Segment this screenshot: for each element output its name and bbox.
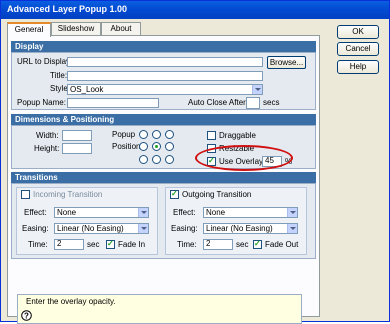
- url-input[interactable]: [67, 57, 263, 67]
- width-label: Width:: [36, 131, 59, 140]
- transitions-header: Transitions: [11, 172, 316, 183]
- position-radio-ml[interactable]: [139, 142, 148, 151]
- chevron-down-icon: [252, 85, 262, 94]
- browse-button[interactable]: Browse...: [267, 56, 306, 69]
- position-radio-mc[interactable]: [152, 142, 161, 151]
- incoming-time-label: Time:: [28, 240, 48, 249]
- transitions-section: Incoming Transition Effect: None Easing:…: [11, 183, 316, 259]
- position-label: Position: [112, 142, 141, 151]
- incoming-effect-label: Effect:: [24, 208, 47, 217]
- window-title: Advanced Layer Popup 1.00: [7, 4, 128, 14]
- position-radio-bc[interactable]: [152, 155, 161, 164]
- position-radio-tl[interactable]: [139, 130, 148, 139]
- incoming-easing-value: Linear (No Easing): [57, 224, 124, 233]
- auto-close-input[interactable]: [246, 97, 260, 109]
- position-radio-tr[interactable]: [165, 130, 174, 139]
- tab-about[interactable]: About: [101, 22, 141, 36]
- position-radio-bl[interactable]: [139, 155, 148, 164]
- outgoing-transition-title: Outgoing Transition: [182, 190, 252, 199]
- incoming-sec-label: sec: [87, 240, 100, 249]
- popup-label: Popup: [112, 130, 136, 139]
- question-icon: ?: [21, 310, 32, 321]
- general-panel: Display URL to Display: Browse... Title:…: [7, 35, 320, 324]
- title-input[interactable]: [67, 71, 263, 81]
- outgoing-effect-value: None: [206, 208, 226, 217]
- draggable-checkbox[interactable]: [207, 131, 216, 140]
- outgoing-easing-label: Easing:: [171, 224, 198, 233]
- help-button[interactable]: Help: [337, 60, 379, 74]
- incoming-time-input[interactable]: 2: [54, 239, 84, 250]
- height-input[interactable]: [62, 143, 92, 154]
- secs-label: secs: [263, 98, 280, 107]
- cancel-button[interactable]: Cancel: [337, 42, 379, 56]
- width-input[interactable]: [62, 130, 92, 141]
- url-label: URL to Display:: [17, 57, 73, 66]
- title-bar: Advanced Layer Popup 1.00: [1, 1, 389, 19]
- height-label: Height:: [34, 144, 60, 153]
- hint-box: Enter the overlay opacity. ?: [17, 294, 302, 324]
- position-radio-br[interactable]: [165, 155, 174, 164]
- outgoing-easing-value: Linear (No Easing): [206, 224, 273, 233]
- incoming-transition-checkbox[interactable]: [21, 190, 30, 199]
- auto-close-label: Auto Close After: [188, 98, 246, 107]
- draggable-label: Draggable: [219, 131, 256, 140]
- fade-out-checkbox[interactable]: [253, 239, 262, 249]
- style-select[interactable]: OS_Look: [67, 84, 263, 95]
- dialog-window: Advanced Layer Popup 1.00 General Slides…: [0, 0, 390, 324]
- outgoing-easing-select[interactable]: Linear (No Easing): [203, 223, 298, 234]
- outgoing-sec-label: sec: [236, 240, 249, 249]
- chevron-down-icon: [287, 208, 297, 217]
- incoming-easing-select[interactable]: Linear (No Easing): [54, 223, 149, 234]
- hint-text: Enter the overlay opacity.: [26, 297, 116, 306]
- fade-out-label: Fade Out: [265, 240, 299, 249]
- popup-name-input[interactable]: [67, 98, 159, 108]
- chevron-down-icon: [287, 224, 297, 233]
- incoming-transition-group: Incoming Transition Effect: None Easing:…: [16, 187, 158, 255]
- fade-in-checkbox[interactable]: [106, 239, 115, 249]
- chevron-down-icon: [138, 224, 148, 233]
- style-value: OS_Look: [70, 85, 104, 94]
- outgoing-transition-checkbox[interactable]: [170, 189, 179, 199]
- incoming-effect-value: None: [57, 208, 77, 217]
- svg-text:?: ?: [24, 311, 29, 320]
- outgoing-time-label: Time:: [177, 240, 197, 249]
- outgoing-effect-select[interactable]: None: [203, 207, 298, 218]
- display-header: Display: [11, 41, 316, 52]
- outgoing-transition-group: Outgoing Transition Effect: None Easing:…: [165, 187, 307, 255]
- position-radio-mr[interactable]: [165, 142, 174, 151]
- outgoing-time-input[interactable]: 2: [203, 239, 233, 250]
- tab-general[interactable]: General: [7, 22, 51, 37]
- title-label: Title:: [50, 71, 68, 80]
- chevron-down-icon: [138, 208, 148, 217]
- incoming-easing-label: Easing:: [22, 224, 49, 233]
- ok-button[interactable]: OK: [337, 25, 379, 39]
- popup-name-label: Popup Name:: [17, 98, 66, 107]
- incoming-transition-title: Incoming Transition: [33, 190, 103, 199]
- display-section: URL to Display: Browse... Title: Style: …: [11, 52, 316, 110]
- outgoing-effect-label: Effect:: [173, 208, 196, 217]
- position-radio-tc[interactable]: [152, 130, 161, 139]
- fade-in-label: Fade In: [118, 240, 146, 249]
- incoming-effect-select[interactable]: None: [54, 207, 149, 218]
- dims-header: Dimensions & Positioning: [11, 114, 316, 125]
- highlight-oval: [195, 145, 293, 171]
- tab-slideshow[interactable]: Slideshow: [51, 22, 101, 36]
